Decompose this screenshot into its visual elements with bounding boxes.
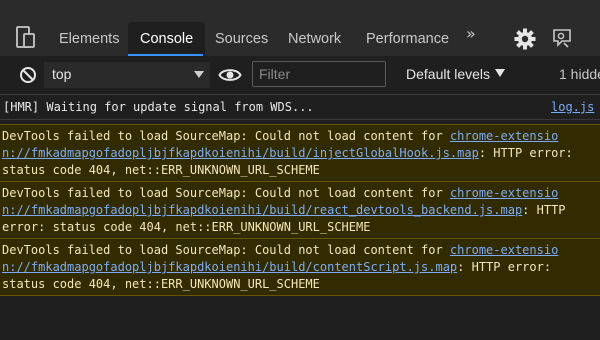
sourcemap-link-continued[interactable]: n://fmkadmapgofadopljbjfkapdkoienihi/bui… (2, 146, 479, 160)
context-value: top (52, 66, 72, 82)
tab-sources[interactable]: Sources (215, 22, 268, 56)
console-warning: DevTools failed to load SourceMap: Could… (0, 181, 600, 239)
tab-elements[interactable]: Elements (59, 22, 119, 56)
sourcemap-link[interactable]: chrome-extensio (450, 243, 558, 257)
sourcemap-link[interactable]: chrome-extensio (450, 129, 558, 143)
warning-line: status code 404, net::ERR_UNKNOWN_URL_SC… (2, 163, 320, 177)
console-messages: [HMR] Waiting for update signal from WDS… (0, 95, 600, 340)
gear-icon[interactable] (514, 28, 536, 50)
log-levels-dropdown[interactable]: Default levels (406, 66, 506, 82)
log-levels-label: Default levels (406, 66, 491, 82)
device-toolbar-icon[interactable] (15, 26, 37, 50)
warning-text: : HTTP error: (457, 260, 552, 274)
chevron-down-icon (194, 71, 204, 78)
devtools-window: Elements Console Sources Network Perform… (0, 0, 600, 340)
sourcemap-link-continued[interactable]: n://fmkadmapgofadopljbjfkapdkoienihi/bui… (2, 260, 457, 274)
feedback-icon[interactable] (550, 26, 574, 50)
eye-icon[interactable] (218, 64, 242, 86)
warning-line: DevTools failed to load SourceMap: Could… (2, 243, 558, 257)
console-warning: DevTools failed to load SourceMap: Could… (0, 124, 600, 182)
warning-text: DevTools failed to load SourceMap: Could… (2, 243, 450, 257)
console-message-info: [HMR] Waiting for update signal from WDS… (0, 95, 600, 120)
caret-down-icon (495, 69, 506, 78)
tab-console[interactable]: Console (128, 22, 206, 56)
source-link[interactable]: log.js (551, 100, 594, 114)
tab-network[interactable]: Network (288, 22, 341, 56)
message-text: [HMR] Waiting for update signal from WDS… (3, 100, 314, 114)
warning-line: DevTools failed to load SourceMap: Could… (2, 186, 558, 200)
warning-text: DevTools failed to load SourceMap: Could… (2, 186, 450, 200)
warning-text: : HTTP error: (478, 146, 573, 160)
warning-line: status code 404, net::ERR_UNKNOWN_URL_SC… (2, 277, 320, 291)
context-selector[interactable]: top (44, 62, 210, 88)
warning-line: n://fmkadmapgofadopljbjfkapdkoienihi/bui… (2, 260, 551, 274)
warning-text: : HTTP (522, 203, 566, 217)
more-tabs-icon[interactable]: » (466, 24, 476, 43)
sourcemap-link[interactable]: chrome-extensio (450, 186, 558, 200)
warning-text: DevTools failed to load SourceMap: Could… (2, 129, 450, 143)
warning-line: n://fmkadmapgofadopljbjfkapdkoienihi/bui… (2, 203, 566, 217)
hidden-messages-count[interactable]: 1 hidden (559, 66, 600, 82)
warning-line: error: status code 404, net::ERR_UNKNOWN… (2, 220, 371, 234)
clear-console-icon[interactable] (19, 66, 37, 84)
console-filter-bar: top Default levels 1 hidden (0, 56, 600, 95)
warning-line: n://fmkadmapgofadopljbjfkapdkoienihi/bui… (2, 146, 573, 160)
sourcemap-link-continued[interactable]: n://fmkadmapgofadopljbjfkapdkoienihi/bui… (2, 203, 522, 217)
warning-line: DevTools failed to load SourceMap: Could… (2, 129, 558, 143)
console-warning: DevTools failed to load SourceMap: Could… (0, 238, 600, 296)
filter-input[interactable] (252, 61, 386, 87)
devtools-tabbar: Elements Console Sources Network Perform… (0, 0, 600, 56)
tab-performance[interactable]: Performance (366, 22, 449, 56)
